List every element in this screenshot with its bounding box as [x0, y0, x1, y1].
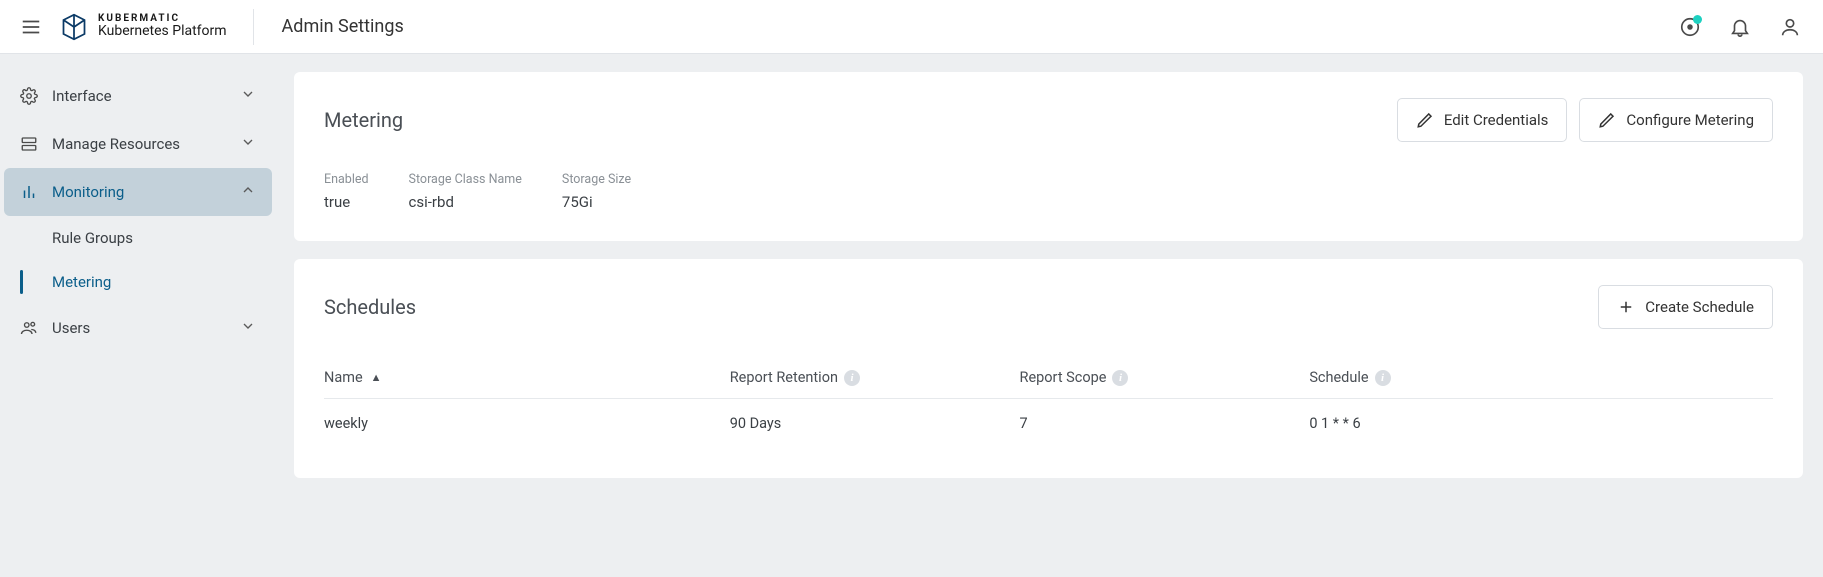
schedules-card: Schedules Create Schedule Name — [294, 259, 1803, 478]
notifications-button[interactable] — [1725, 12, 1755, 42]
metering-title: Metering — [324, 108, 403, 132]
field-value: 75Gi — [562, 193, 631, 211]
sidebar-subitem-metering[interactable]: Metering — [0, 260, 276, 304]
field-enabled: Enabled true — [324, 172, 369, 211]
sidebar-item-label: Rule Groups — [52, 229, 133, 247]
sidebar-item-manage-resources[interactable]: Manage Resources — [4, 120, 272, 168]
cell-scope: 7 — [1020, 399, 1310, 449]
bell-icon — [1729, 16, 1751, 38]
sidebar-item-users[interactable]: Users — [4, 304, 272, 352]
button-label: Edit Credentials — [1444, 111, 1549, 129]
field-value: true — [324, 193, 369, 211]
sidebar-subitem-rule-groups[interactable]: Rule Groups — [0, 216, 276, 260]
sidebar-item-label: Interface — [52, 87, 240, 105]
create-schedule-button[interactable]: Create Schedule — [1598, 285, 1773, 329]
edit-credentials-button[interactable]: Edit Credentials — [1397, 98, 1568, 142]
chevron-down-icon — [240, 134, 256, 154]
page-title: Admin Settings — [282, 16, 404, 37]
users-icon — [16, 319, 42, 337]
sidebar-item-monitoring[interactable]: Monitoring — [4, 168, 272, 216]
column-label: Report Scope — [1020, 369, 1107, 386]
pencil-icon — [1416, 111, 1434, 129]
column-header-name[interactable]: Name ▲ — [324, 359, 730, 399]
kubermatic-logo-icon — [60, 13, 88, 41]
gear-icon — [16, 87, 42, 105]
info-icon[interactable]: i — [1112, 370, 1128, 386]
pencil-icon — [1598, 111, 1616, 129]
metering-card: Metering Edit Credentials Configure Mete… — [294, 72, 1803, 241]
plus-icon — [1617, 298, 1635, 316]
account-button[interactable] — [1775, 12, 1805, 42]
sidebar-item-label: Manage Resources — [52, 135, 240, 153]
field-storage-class: Storage Class Name csi-rbd — [409, 172, 522, 211]
configure-metering-button[interactable]: Configure Metering — [1579, 98, 1773, 142]
menu-toggle-button[interactable] — [8, 4, 54, 50]
schedules-title: Schedules — [324, 295, 416, 319]
chevron-down-icon — [240, 318, 256, 338]
column-header-report-retention[interactable]: Report Retention i — [730, 359, 1020, 399]
column-header-schedule[interactable]: Schedule i — [1309, 359, 1773, 399]
column-label: Report Retention — [730, 369, 838, 386]
sidebar-item-label: Users — [52, 319, 240, 337]
brand-line2: Kubernetes Platform — [98, 24, 227, 39]
field-label: Storage Class Name — [409, 172, 522, 187]
field-label: Storage Size — [562, 172, 631, 187]
cell-name: weekly — [324, 399, 730, 449]
button-label: Configure Metering — [1626, 111, 1754, 129]
changelog-button[interactable] — [1675, 12, 1705, 42]
sidebar-item-interface[interactable]: Interface — [4, 72, 272, 120]
hamburger-icon — [20, 16, 42, 38]
schedules-table: Name ▲ Report Retention i — [324, 359, 1773, 448]
column-label: Schedule — [1309, 369, 1368, 386]
info-icon[interactable]: i — [1375, 370, 1391, 386]
server-icon — [16, 135, 42, 153]
info-icon[interactable]: i — [844, 370, 860, 386]
sidebar-item-label: Monitoring — [52, 183, 240, 201]
brand-logo[interactable]: KUBERMATIC Kubernetes Platform — [60, 9, 254, 45]
topbar-actions — [1675, 12, 1805, 42]
chevron-up-icon — [240, 182, 256, 202]
column-header-report-scope[interactable]: Report Scope i — [1020, 359, 1310, 399]
chevron-down-icon — [240, 86, 256, 106]
notification-dot — [1693, 15, 1702, 24]
cell-schedule: 0 1 * * 6 — [1309, 399, 1773, 449]
field-label: Enabled — [324, 172, 369, 187]
user-icon — [1779, 16, 1801, 38]
column-label: Name — [324, 369, 363, 386]
table-row[interactable]: weekly 90 Days 7 0 1 * * 6 — [324, 399, 1773, 449]
sidebar-item-label: Metering — [52, 273, 111, 291]
cell-retention: 90 Days — [730, 399, 1020, 449]
main-content: Metering Edit Credentials Configure Mete… — [276, 54, 1823, 577]
brand-text: KUBERMATIC Kubernetes Platform — [98, 14, 227, 39]
button-label: Create Schedule — [1645, 298, 1754, 316]
topbar: KUBERMATIC Kubernetes Platform Admin Set… — [0, 0, 1823, 54]
sort-ascending-icon: ▲ — [371, 371, 382, 384]
sidebar: Interface Manage Resources Monitoring — [0, 54, 276, 577]
field-value: csi-rbd — [409, 193, 522, 211]
field-storage-size: Storage Size 75Gi — [562, 172, 631, 211]
bar-chart-icon — [16, 183, 42, 201]
